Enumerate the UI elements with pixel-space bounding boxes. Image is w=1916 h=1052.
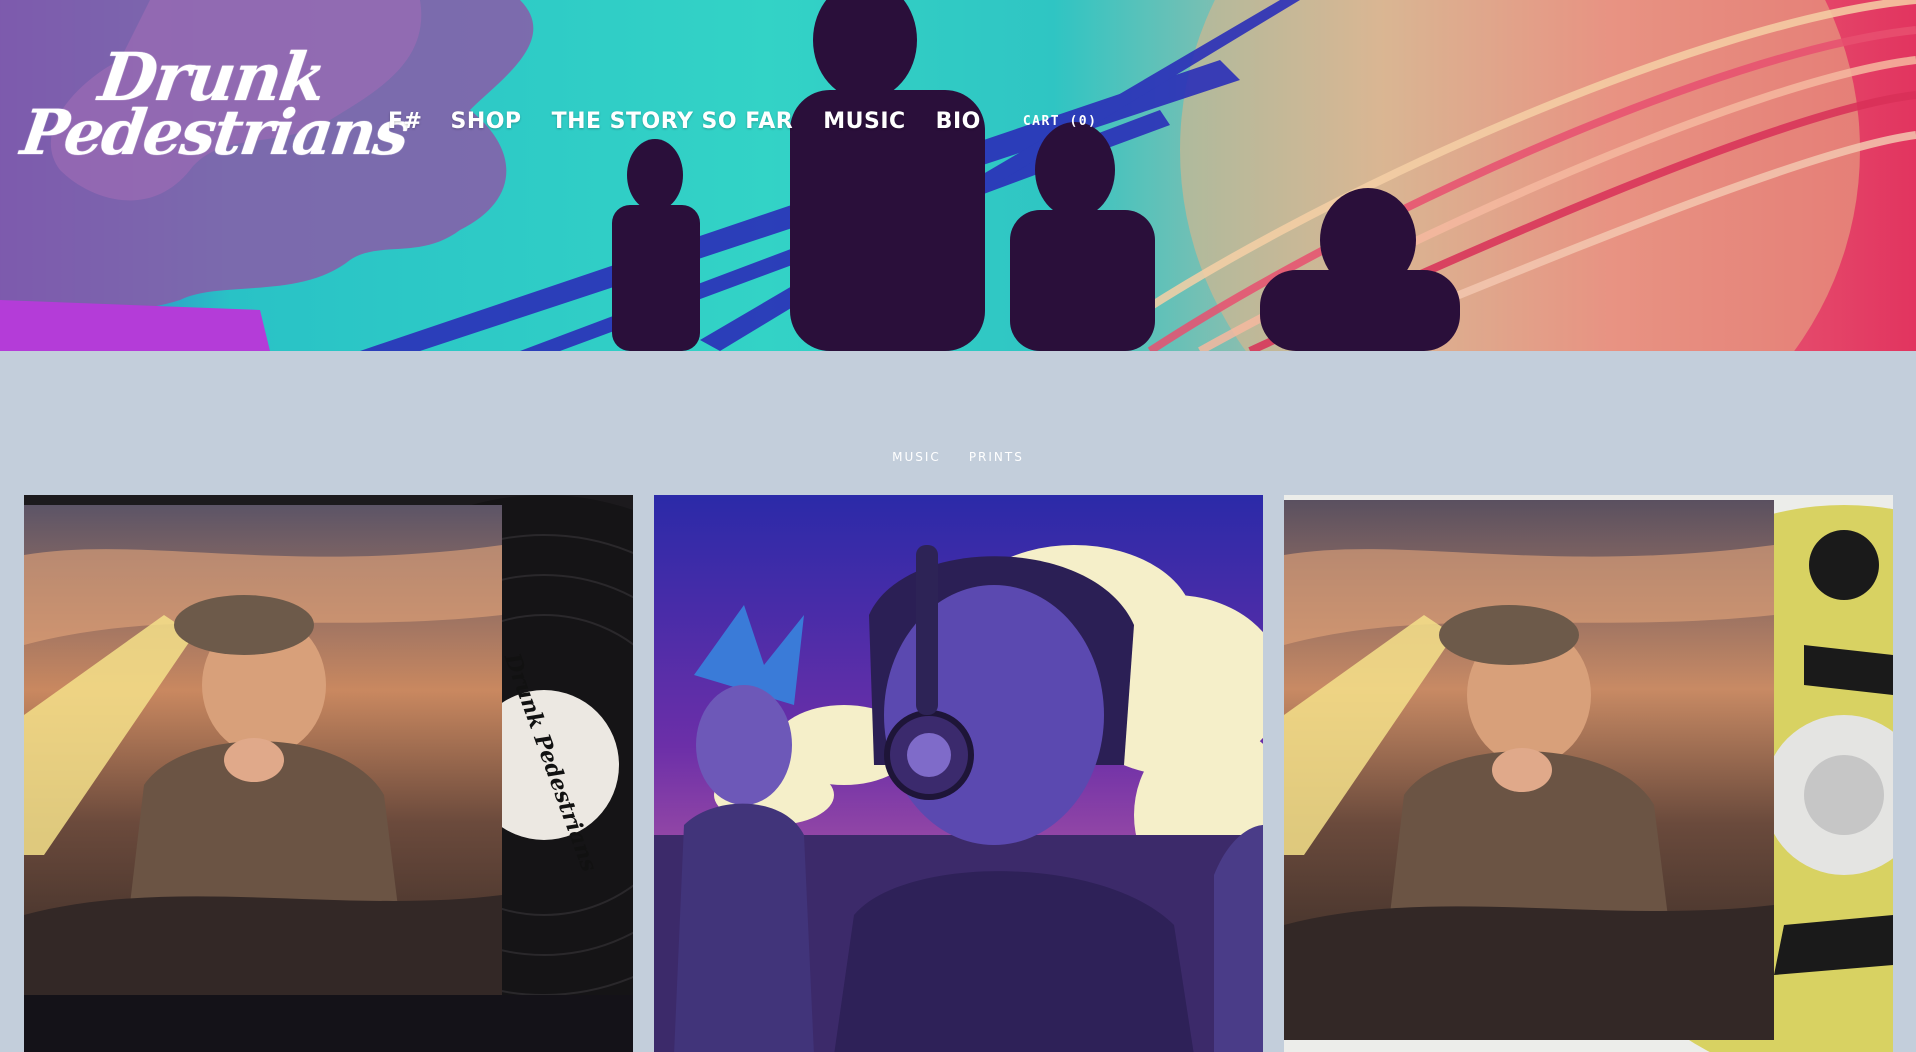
nav-item-music[interactable]: MUSIC (823, 109, 905, 134)
nav-item-bio[interactable]: BIO (936, 109, 981, 134)
nav-item-shop[interactable]: SHOP (450, 109, 521, 134)
filter-prints[interactable]: PRINTS (969, 450, 1024, 464)
product-image-print (654, 495, 1263, 1052)
site-logo[interactable]: Drunk Pedestrians (17, 38, 412, 198)
category-filter: MUSIC PRINTS (0, 450, 1916, 464)
filter-music[interactable]: MUSIC (892, 450, 941, 464)
main-nav: F# SHOP THE STORY SO FAR MUSIC BIO CART … (388, 104, 1097, 138)
hero-banner: Drunk Pedestrians F# SHOP THE STORY SO F… (0, 0, 1916, 351)
logo-line-2: Pedestrians (16, 96, 413, 169)
nav-item-f-sharp[interactable]: F# (388, 109, 422, 134)
ground (0, 300, 270, 351)
nav-item-the-story-so-far[interactable]: THE STORY SO FAR (552, 109, 794, 134)
product-card-print[interactable] (654, 495, 1263, 1052)
product-grid: Drunk Pedestrians (24, 495, 1893, 1052)
product-image-cd (1284, 495, 1893, 1052)
product-card-vinyl[interactable]: Drunk Pedestrians (24, 495, 633, 1052)
product-card-cd[interactable] (1284, 495, 1893, 1052)
cart-link[interactable]: CART (0) (1023, 114, 1098, 129)
product-image-vinyl: Drunk Pedestrians (24, 495, 633, 1052)
